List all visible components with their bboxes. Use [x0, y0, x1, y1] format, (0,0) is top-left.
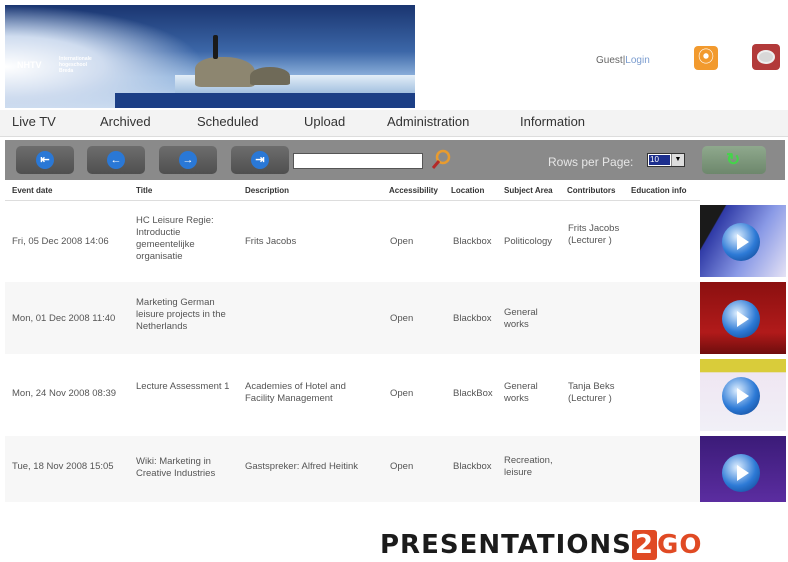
event-description: Academies of Hotel and Facility Manageme…: [245, 381, 346, 404]
col-location[interactable]: Location: [451, 186, 484, 195]
event-contributors: Tanja Beks (Lecturer ): [568, 381, 615, 404]
banner-person: [213, 35, 218, 59]
event-date: Tue, 18 Nov 2008 15:05: [12, 461, 114, 472]
rows-per-page-label: Rows per Page:: [548, 155, 634, 169]
event-contributors: Frits Jacobs (Lecturer ): [568, 223, 620, 246]
tab-archived[interactable]: Archived: [100, 114, 151, 129]
col-contributors[interactable]: Contributors: [567, 186, 615, 195]
previous-page-icon: ←: [107, 151, 125, 169]
event-date: Mon, 01 Dec 2008 11:40: [12, 313, 116, 324]
header-banner: NHTV Internationale hogeschool Breda: [5, 5, 415, 108]
brand-go: GO: [657, 530, 703, 560]
play-icon: [722, 377, 760, 415]
event-title[interactable]: HC Leisure Regie: Introductie gemeenteli…: [136, 215, 236, 263]
tab-upload[interactable]: Upload: [304, 114, 345, 129]
col-education-info[interactable]: Education info: [631, 186, 687, 195]
next-page-icon: →: [179, 151, 197, 169]
brand-word: PRESENTATIONS: [380, 530, 632, 560]
login-link[interactable]: Login: [625, 55, 649, 66]
brand-two: 2: [631, 530, 657, 560]
record-icon[interactable]: [752, 44, 780, 70]
event-title[interactable]: Lecture Assessment 1: [136, 381, 241, 393]
col-event-date[interactable]: Event date: [12, 186, 52, 195]
event-title[interactable]: Marketing German leisure projects in the…: [136, 297, 236, 333]
video-thumbnail[interactable]: [700, 436, 786, 502]
main-nav: Live TV Archived Scheduled Upload Admini…: [0, 110, 788, 137]
rows-per-page-select[interactable]: 10 ▼: [647, 153, 685, 167]
tab-scheduled[interactable]: Scheduled: [197, 114, 258, 129]
event-accessibility: Open: [390, 388, 414, 399]
event-subject: General works: [504, 307, 538, 330]
next-page-button[interactable]: →: [159, 146, 217, 174]
first-page-icon: ⇤: [36, 151, 54, 169]
event-date: Fri, 05 Dec 2008 14:06: [12, 236, 109, 247]
tab-administration[interactable]: Administration: [387, 114, 469, 129]
banner-rock: [195, 57, 255, 87]
event-title[interactable]: Wiki: Marketing in Creative Industries: [136, 456, 236, 480]
chevron-down-icon: ▼: [671, 154, 684, 166]
col-description[interactable]: Description: [245, 186, 289, 195]
event-subject: Politicology: [504, 236, 553, 247]
nhtv-logo: NHTV Internationale hogeschool Breda: [17, 56, 92, 74]
play-icon: [722, 300, 760, 338]
banner-rock-small: [250, 67, 290, 85]
header-divider: [5, 200, 700, 201]
banner-bar: [115, 93, 415, 108]
logo-text: NHTV: [17, 60, 42, 70]
last-page-button[interactable]: ⇥: [231, 146, 289, 174]
refresh-button[interactable]: ↻: [702, 146, 766, 174]
col-title[interactable]: Title: [136, 186, 152, 195]
play-icon: [722, 223, 760, 261]
event-accessibility: Open: [390, 313, 414, 324]
event-date: Mon, 24 Nov 2008 08:39: [12, 388, 117, 399]
first-page-button[interactable]: ⇤: [16, 146, 74, 174]
col-subject-area[interactable]: Subject Area: [504, 186, 553, 195]
event-location: Blackbox: [453, 461, 492, 472]
tab-information[interactable]: Information: [520, 114, 585, 129]
event-location: Blackbox: [453, 313, 492, 324]
table-row[interactable]: Fri, 05 Dec 2008 14:06 HC Leisure Regie:…: [5, 205, 700, 277]
event-subject: Recreation, leisure: [504, 455, 553, 478]
event-accessibility: Open: [390, 236, 414, 247]
video-thumbnail[interactable]: [700, 282, 786, 354]
play-icon: [722, 454, 760, 492]
tab-live-tv[interactable]: Live TV: [12, 114, 56, 129]
rows-per-page-value: 10: [649, 155, 670, 165]
guest-login: Guest|Login: [596, 55, 650, 66]
guest-label: Guest: [596, 55, 623, 66]
table-row[interactable]: Tue, 18 Nov 2008 15:05 Wiki: Marketing i…: [5, 436, 700, 502]
search-icon[interactable]: [430, 149, 452, 171]
last-page-icon: ⇥: [251, 151, 269, 169]
logo-subtext: Internationale hogeschool Breda: [59, 56, 92, 74]
event-location: BlackBox: [453, 388, 493, 399]
event-subject: General works: [504, 381, 538, 404]
video-thumbnail[interactable]: [700, 359, 786, 431]
col-accessibility[interactable]: Accessibility: [389, 186, 438, 195]
presentations2go-logo: PRESENTATIONS 2 GO: [380, 530, 702, 560]
search-input[interactable]: [293, 153, 423, 169]
event-accessibility: Open: [390, 461, 414, 472]
refresh-icon: ↻: [726, 150, 741, 169]
event-description: Frits Jacobs: [245, 236, 297, 247]
table-row[interactable]: Mon, 24 Nov 2008 08:39 Lecture Assessmen…: [5, 359, 700, 431]
event-description: Gastspreker: Alfred Heitink: [245, 461, 358, 472]
table-row[interactable]: Mon, 01 Dec 2008 11:40 Marketing German …: [5, 282, 700, 354]
video-thumbnail[interactable]: [700, 205, 786, 277]
event-location: Blackbox: [453, 236, 492, 247]
rss-icon[interactable]: ⦿: [694, 46, 718, 70]
previous-page-button[interactable]: ←: [87, 146, 145, 174]
